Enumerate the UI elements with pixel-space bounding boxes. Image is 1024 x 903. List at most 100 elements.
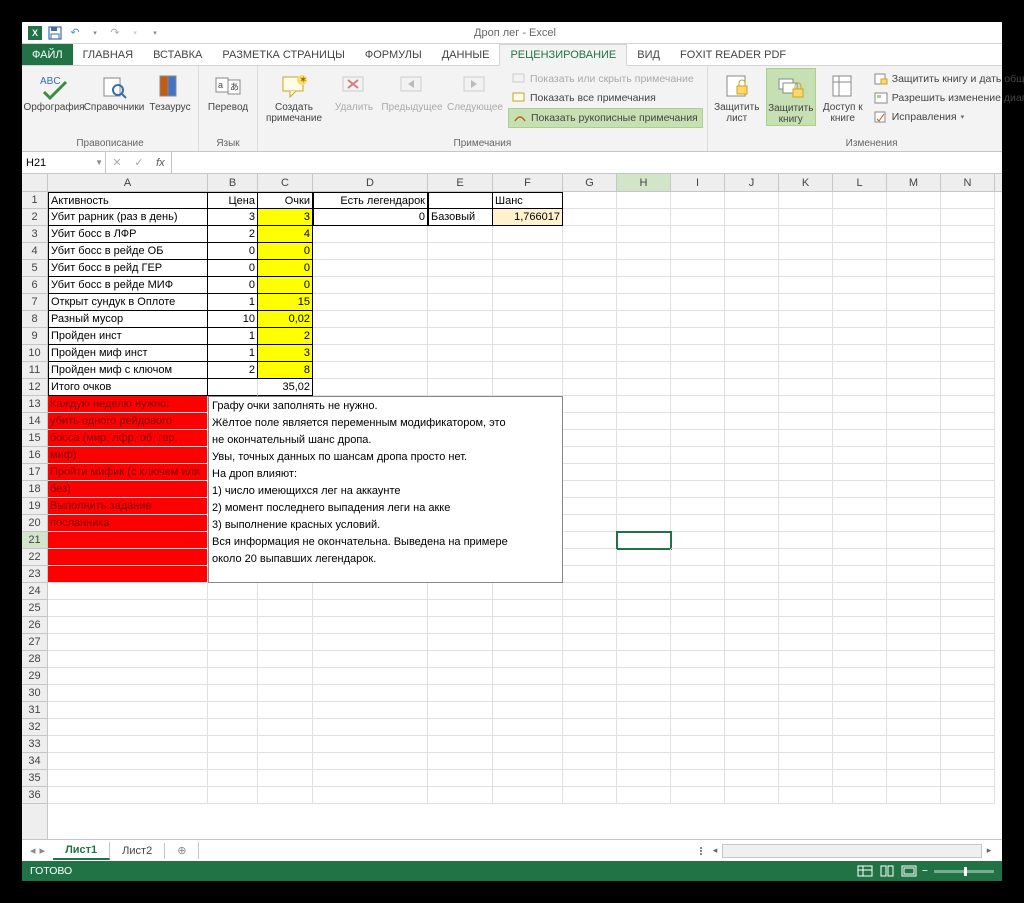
cell-N33[interactable]	[941, 736, 995, 753]
cell-J1[interactable]	[725, 192, 779, 209]
cell-A18[interactable]: без)	[48, 481, 208, 498]
cell-M5[interactable]	[887, 260, 941, 277]
cell-M9[interactable]	[887, 328, 941, 345]
cell-A12[interactable]: Итого очков	[48, 379, 208, 396]
cell-M8[interactable]	[887, 311, 941, 328]
cell-J11[interactable]	[725, 362, 779, 379]
row-header-7[interactable]: 7	[22, 294, 47, 311]
qat-custom-dd[interactable]: ▾	[148, 26, 162, 40]
redo-dd-icon[interactable]: ▾	[128, 26, 142, 40]
cell-A35[interactable]	[48, 770, 208, 787]
cell-G30[interactable]	[563, 685, 617, 702]
cell-K34[interactable]	[779, 753, 833, 770]
cell-K2[interactable]	[779, 209, 833, 226]
cell-N31[interactable]	[941, 702, 995, 719]
cell-I13[interactable]	[671, 396, 725, 413]
cell-L9[interactable]	[833, 328, 887, 345]
cell-J13[interactable]	[725, 396, 779, 413]
cell-M25[interactable]	[887, 600, 941, 617]
cell-B7[interactable]: 1	[208, 294, 258, 311]
row-header-27[interactable]: 27	[22, 634, 47, 651]
cell-I36[interactable]	[671, 787, 725, 804]
cell-F8[interactable]	[493, 311, 563, 328]
cell-C29[interactable]	[258, 668, 313, 685]
cell-K36[interactable]	[779, 787, 833, 804]
row-header-21[interactable]: 21	[22, 532, 47, 549]
cell-M17[interactable]	[887, 464, 941, 481]
cell-M3[interactable]	[887, 226, 941, 243]
cell-M27[interactable]	[887, 634, 941, 651]
cell-H21[interactable]	[617, 532, 671, 549]
cell-J34[interactable]	[725, 753, 779, 770]
cell-M2[interactable]	[887, 209, 941, 226]
select-all-corner[interactable]	[22, 174, 48, 191]
cell-H23[interactable]	[617, 566, 671, 583]
cell-L15[interactable]	[833, 430, 887, 447]
cell-L17[interactable]	[833, 464, 887, 481]
cell-H29[interactable]	[617, 668, 671, 685]
row-header-2[interactable]: 2	[22, 209, 47, 226]
cell-G10[interactable]	[563, 345, 617, 362]
cell-H13[interactable]	[617, 396, 671, 413]
cell-F12[interactable]	[493, 379, 563, 396]
cell-A14[interactable]: убить одного рейдового	[48, 413, 208, 430]
cell-K30[interactable]	[779, 685, 833, 702]
view-page-break-icon[interactable]	[898, 863, 920, 879]
cell-I24[interactable]	[671, 583, 725, 600]
cell-I3[interactable]	[671, 226, 725, 243]
cell-C10[interactable]: 3	[258, 345, 313, 362]
cell-M23[interactable]	[887, 566, 941, 583]
cell-J20[interactable]	[725, 515, 779, 532]
cell-L21[interactable]	[833, 532, 887, 549]
cell-I4[interactable]	[671, 243, 725, 260]
cell-F30[interactable]	[493, 685, 563, 702]
cell-N35[interactable]	[941, 770, 995, 787]
cell-B35[interactable]	[208, 770, 258, 787]
cell-M1[interactable]	[887, 192, 941, 209]
cell-K1[interactable]	[779, 192, 833, 209]
cell-G5[interactable]	[563, 260, 617, 277]
cell-H2[interactable]	[617, 209, 671, 226]
cell-M10[interactable]	[887, 345, 941, 362]
row-header-26[interactable]: 26	[22, 617, 47, 634]
cell-N9[interactable]	[941, 328, 995, 345]
cell-M16[interactable]	[887, 447, 941, 464]
cell-I16[interactable]	[671, 447, 725, 464]
cell-K26[interactable]	[779, 617, 833, 634]
cell-G27[interactable]	[563, 634, 617, 651]
cell-H3[interactable]	[617, 226, 671, 243]
cell-H15[interactable]	[617, 430, 671, 447]
cell-F34[interactable]	[493, 753, 563, 770]
cell-F2[interactable]: 1,766017	[493, 209, 563, 226]
cell-F24[interactable]	[493, 583, 563, 600]
cell-I28[interactable]	[671, 651, 725, 668]
show-all-comments[interactable]: Показать все примечания	[508, 89, 703, 107]
cell-G18[interactable]	[563, 481, 617, 498]
cell-L25[interactable]	[833, 600, 887, 617]
cell-I34[interactable]	[671, 753, 725, 770]
cell-F10[interactable]	[493, 345, 563, 362]
col-header-N[interactable]: N	[941, 174, 995, 191]
row-header-15[interactable]: 15	[22, 430, 47, 447]
cell-N30[interactable]	[941, 685, 995, 702]
cell-K7[interactable]	[779, 294, 833, 311]
row-header-22[interactable]: 22	[22, 549, 47, 566]
col-header-M[interactable]: M	[887, 174, 941, 191]
cell-G34[interactable]	[563, 753, 617, 770]
cell-L27[interactable]	[833, 634, 887, 651]
cell-J4[interactable]	[725, 243, 779, 260]
cell-A36[interactable]	[48, 787, 208, 804]
cell-D30[interactable]	[313, 685, 428, 702]
cell-C36[interactable]	[258, 787, 313, 804]
col-header-E[interactable]: E	[428, 174, 493, 191]
cell-A29[interactable]	[48, 668, 208, 685]
cell-I17[interactable]	[671, 464, 725, 481]
cell-A9[interactable]: Пройден инст	[48, 328, 208, 345]
cell-K33[interactable]	[779, 736, 833, 753]
tab-foxit[interactable]: FOXIT READER PDF	[670, 44, 796, 65]
namebox-dd-icon[interactable]: ▼	[95, 158, 103, 167]
cell-E2[interactable]: Базовый	[428, 209, 493, 226]
cell-A20[interactable]: посланника	[48, 515, 208, 532]
cell-G8[interactable]	[563, 311, 617, 328]
row-header-11[interactable]: 11	[22, 362, 47, 379]
